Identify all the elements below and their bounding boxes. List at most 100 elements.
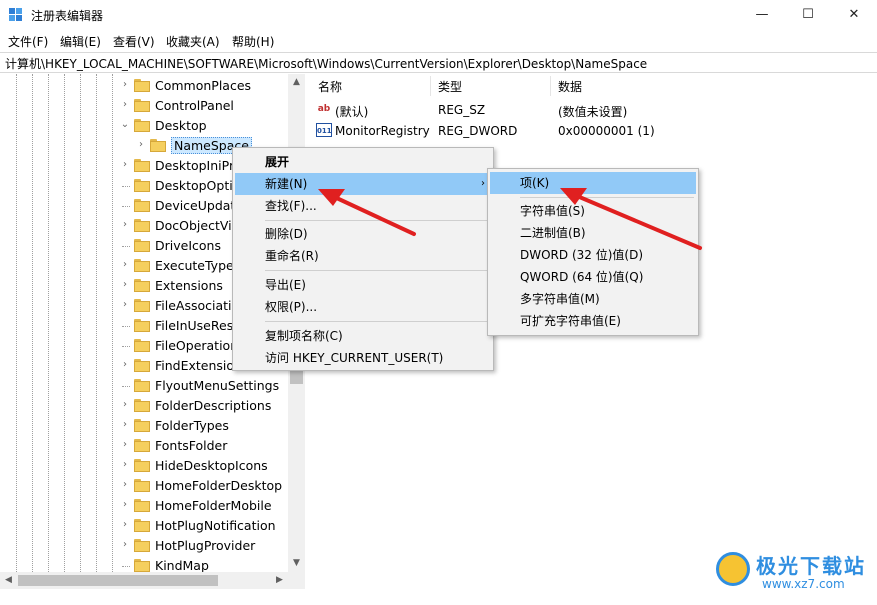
tree-item[interactable]: FlyoutMenuSettings	[120, 376, 300, 396]
menu-item-expand[interactable]: 展开	[235, 151, 491, 173]
chevron-right-icon[interactable]: ›	[120, 539, 130, 550]
tree-connector	[122, 386, 130, 387]
chevron-right-icon[interactable]: ›	[120, 159, 130, 170]
scroll-left-arrow-icon[interactable]: ◀	[0, 572, 17, 589]
submenu-item-multi-string-value[interactable]: 多字符串值(M)	[490, 288, 696, 310]
address-bar[interactable]: 计算机\HKEY_LOCAL_MACHINE\SOFTWARE\Microsof…	[0, 52, 877, 73]
column-type[interactable]: 类型	[438, 78, 462, 95]
chevron-right-icon[interactable]: ›	[120, 99, 130, 110]
folder-icon	[134, 499, 150, 512]
tree-item-label: FontsFolder	[155, 438, 228, 453]
menu-item-new-label: 新建(N)	[265, 177, 308, 191]
value-row[interactable]: 011 MonitorRegistry REG_DWORD 0x00000001…	[310, 121, 870, 141]
tree-item[interactable]: ⌄ Desktop	[120, 116, 300, 136]
tree-guide-line	[80, 74, 81, 588]
tree-item[interactable]: › HideDesktopIcons	[120, 456, 300, 476]
submenu-item-string-value[interactable]: 字符串值(S)	[490, 200, 696, 222]
menu-item-new[interactable]: 新建(N) ›	[235, 173, 491, 195]
tree-item[interactable]: › HomeFolderMobile	[120, 496, 300, 516]
chevron-right-icon[interactable]: ›	[120, 299, 130, 310]
submenu-item-qword-value[interactable]: QWORD (64 位)值(Q)	[490, 266, 696, 288]
tree-item-label: HotPlugProvider	[155, 538, 256, 553]
column-divider[interactable]	[430, 76, 431, 96]
folder-icon	[134, 439, 150, 452]
menu-file[interactable]: 文件(F)	[8, 33, 48, 50]
menu-item-copy-key-name[interactable]: 复制项名称(C)	[235, 325, 491, 347]
menu-bar: 文件(F) 编辑(E) 查看(V) 收藏夹(A) 帮助(H)	[0, 30, 877, 52]
scroll-thumb-horizontal[interactable]	[18, 575, 218, 586]
tree-item[interactable]: › HotPlugNotification	[120, 516, 300, 536]
tree-guide-line	[16, 74, 17, 588]
chevron-right-icon[interactable]: ›	[120, 279, 130, 290]
submenu-arrow-icon: ›	[481, 178, 485, 189]
scroll-right-arrow-icon[interactable]: ▶	[271, 572, 288, 589]
tree-item-label: FlyoutMenuSettings	[155, 378, 280, 393]
menu-item-export[interactable]: 导出(E)	[235, 274, 491, 296]
chevron-right-icon[interactable]: ›	[120, 259, 130, 270]
chevron-right-icon[interactable]: ›	[136, 139, 146, 150]
chevron-right-icon[interactable]: ›	[120, 479, 130, 490]
tree-item-label: HomeFolderMobile	[155, 498, 272, 513]
menu-item-delete[interactable]: 删除(D)	[235, 223, 491, 245]
tree-connector	[122, 246, 130, 247]
tree-item-label: FolderDescriptions	[155, 398, 272, 413]
menu-item-find[interactable]: 查找(F)...	[235, 195, 491, 217]
value-row[interactable]: ab (默认) REG_SZ (数值未设置)	[310, 100, 870, 120]
chevron-down-icon[interactable]: ⌄	[120, 119, 130, 130]
menu-item-permissions[interactable]: 权限(P)...	[235, 296, 491, 318]
chevron-right-icon[interactable]: ›	[120, 359, 130, 370]
submenu-item-key[interactable]: 项(K)	[490, 172, 696, 194]
chevron-right-icon[interactable]: ›	[120, 459, 130, 470]
tree-item[interactable]: › FolderTypes	[120, 416, 300, 436]
window-title: 注册表编辑器	[31, 9, 104, 23]
tree-item[interactable]: › FolderDescriptions	[120, 396, 300, 416]
value-data: 0x00000001 (1)	[558, 124, 655, 138]
close-button[interactable]: ✕	[831, 0, 877, 30]
minimize-button[interactable]: —	[739, 0, 785, 30]
folder-icon	[134, 519, 150, 532]
tree-item-label: Extensions	[155, 278, 223, 293]
menu-separator	[265, 321, 489, 322]
menu-help[interactable]: 帮助(H)	[232, 33, 274, 50]
tree-connector	[122, 206, 130, 207]
scroll-up-arrow-icon[interactable]: ▲	[288, 74, 305, 91]
tree-item[interactable]: › ControlPanel	[120, 96, 300, 116]
chevron-right-icon[interactable]: ›	[120, 519, 130, 530]
menu-view[interactable]: 查看(V)	[113, 33, 155, 50]
tree-item[interactable]: › HotPlugProvider	[120, 536, 300, 556]
folder-icon	[134, 319, 150, 332]
folder-icon	[134, 299, 150, 312]
tree-item[interactable]: › FontsFolder	[120, 436, 300, 456]
chevron-right-icon[interactable]: ›	[120, 219, 130, 230]
tree-connector	[122, 326, 130, 327]
chevron-right-icon[interactable]: ›	[120, 399, 130, 410]
submenu-item-expandable-string-value[interactable]: 可扩充字符串值(E)	[490, 310, 696, 332]
chevron-right-icon[interactable]: ›	[120, 79, 130, 90]
scroll-down-arrow-icon[interactable]: ▼	[288, 555, 305, 572]
chevron-right-icon[interactable]: ›	[120, 439, 130, 450]
tree-item-label: HideDesktopIcons	[155, 458, 268, 473]
folder-icon	[134, 99, 150, 112]
menu-item-rename[interactable]: 重命名(R)	[235, 245, 491, 267]
column-data[interactable]: 数据	[558, 78, 582, 95]
chevron-right-icon[interactable]: ›	[120, 499, 130, 510]
value-name: (默认)	[335, 105, 369, 119]
submenu-item-binary-value[interactable]: 二进制值(B)	[490, 222, 696, 244]
tree-guide-line	[96, 74, 97, 588]
menu-favorites[interactable]: 收藏夹(A)	[166, 33, 220, 50]
column-name[interactable]: 名称	[318, 78, 342, 95]
folder-icon	[134, 259, 150, 272]
chevron-right-icon[interactable]: ›	[120, 419, 130, 430]
submenu-item-dword-value[interactable]: DWORD (32 位)值(D)	[490, 244, 696, 266]
tree-item[interactable]: › HomeFolderDesktop	[120, 476, 300, 496]
menu-item-goto-hkcu[interactable]: 访问 HKEY_CURRENT_USER(T)	[235, 347, 491, 369]
string-value-icon: ab	[317, 104, 331, 114]
menu-separator	[265, 220, 489, 221]
column-divider[interactable]	[550, 76, 551, 96]
menu-edit[interactable]: 编辑(E)	[60, 33, 101, 50]
registry-editor-icon	[9, 8, 22, 21]
tree-horizontal-scrollbar[interactable]: ◀ ▶	[0, 572, 305, 589]
maximize-button[interactable]: ☐	[785, 0, 831, 30]
tree-item[interactable]: › CommonPlaces	[120, 76, 300, 96]
address-path[interactable]: 计算机\HKEY_LOCAL_MACHINE\SOFTWARE\Microsof…	[5, 55, 647, 72]
